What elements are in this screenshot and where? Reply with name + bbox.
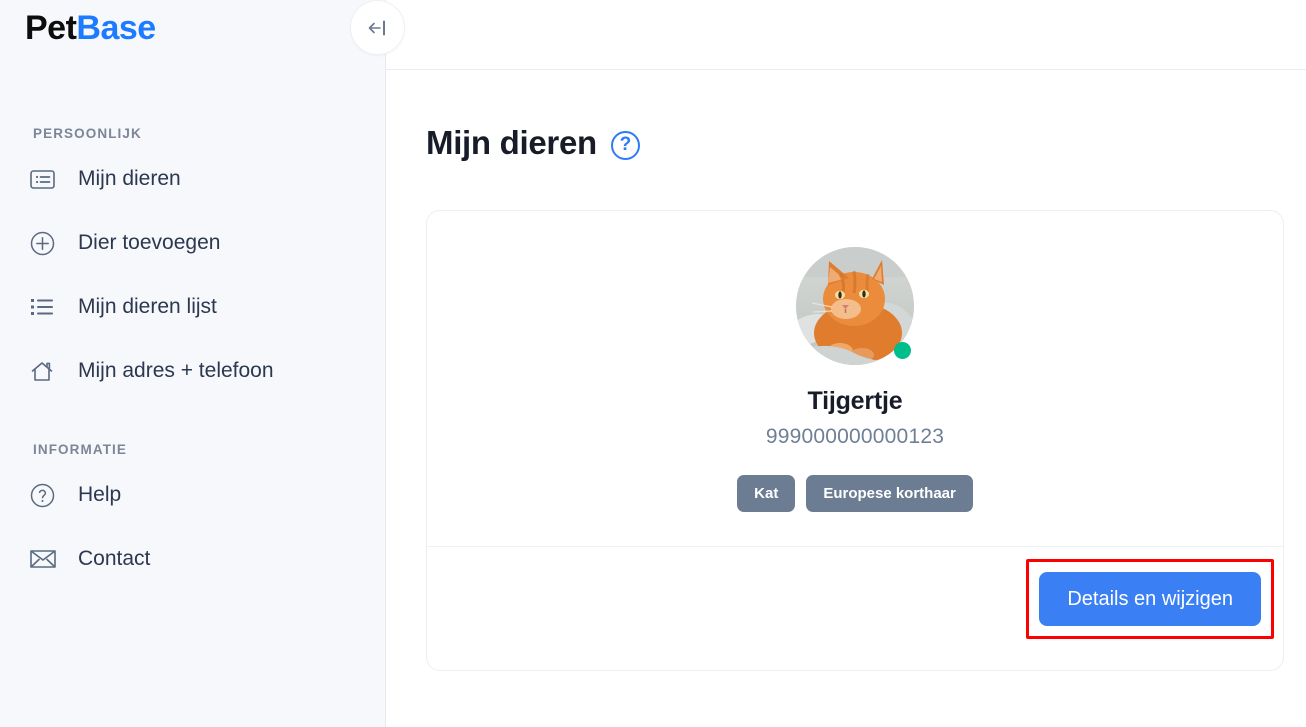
pet-chip-number: 999000000000123: [765, 425, 945, 448]
brand-name-part-2: B: [76, 9, 101, 47]
sidebar-nav-informatie: Help Contact: [0, 473, 385, 581]
page-content: Mijn dieren ? Tijgertje 999000000000123 …: [386, 70, 1306, 671]
collapse-sidebar-icon: [367, 19, 389, 37]
sidebar-nav-persoonlijk: Mijn dieren Dier toevoegen Mijn dieren l…: [0, 157, 385, 393]
sidebar-item-contact[interactable]: Contact: [0, 537, 385, 581]
sidebar-section-label-informatie: INFORMATIE: [33, 442, 127, 457]
pet-tag-species: Kat: [737, 475, 796, 512]
envelope-icon: [30, 549, 60, 569]
plus-circle-icon: [30, 231, 60, 256]
address-card-icon: [30, 169, 60, 189]
question-circle-icon: [30, 483, 60, 508]
sidebar-item-mijn-dieren-lijst[interactable]: Mijn dieren lijst: [0, 285, 385, 329]
pet-tag-breed: Europese korthaar: [806, 475, 973, 512]
sidebar-item-mijn-dieren[interactable]: Mijn dieren: [0, 157, 385, 201]
pet-name: Tijgertje: [807, 387, 903, 415]
help-question-icon[interactable]: ?: [610, 130, 640, 160]
brand-logo[interactable]: PetBase: [0, 0, 385, 56]
list-icon: [30, 297, 60, 317]
page-title: Mijn dieren: [426, 124, 597, 161]
sidebar-item-label: Contact: [78, 547, 151, 570]
home-icon: [30, 360, 60, 383]
topbar: [350, 0, 1306, 70]
sidebar-item-label: Help: [78, 483, 122, 506]
sidebar-item-label: Mijn dieren: [78, 167, 181, 190]
pet-card-footer: Details en wijzigen: [427, 546, 1283, 670]
pet-card-body: Tijgertje 999000000000123 Kat Europese k…: [427, 211, 1283, 546]
status-badge: [894, 342, 911, 359]
sidebar-item-help[interactable]: Help: [0, 473, 385, 517]
main-content: Mijn dieren ? Tijgertje 999000000000123 …: [350, 0, 1306, 727]
app-root: PetBase PERSOONLIJK Mijn dieren Dier toe…: [0, 0, 1306, 727]
collapse-sidebar-button[interactable]: [350, 0, 405, 55]
sidebar-item-label: Mijn dieren lijst: [78, 295, 217, 318]
sidebar: PetBase PERSOONLIJK Mijn dieren Dier toe…: [0, 0, 386, 727]
brand-name-part-1: Pet: [25, 9, 77, 47]
sidebar-item-label: Dier toevoegen: [78, 231, 221, 254]
sidebar-item-dier-toevoegen[interactable]: Dier toevoegen: [0, 221, 385, 265]
sidebar-section-label-persoonlijk: PERSOONLIJK: [33, 126, 142, 141]
details-en-wijzigen-button[interactable]: Details en wijzigen: [1039, 572, 1261, 626]
sidebar-item-mijn-adres-telefoon[interactable]: Mijn adres + telefoon: [0, 349, 385, 393]
pet-tags: Kat Europese korthaar: [737, 475, 973, 512]
pet-avatar-wrapper: [796, 247, 914, 365]
brand-logo-text: PetBase: [25, 11, 156, 45]
pet-card: Tijgertje 999000000000123 Kat Europese k…: [426, 210, 1284, 671]
sidebar-item-label: Mijn adres + telefoon: [78, 359, 274, 382]
page-header: Mijn dieren ?: [426, 124, 1284, 162]
brand-name-part-3: ase: [100, 9, 156, 47]
highlight-annotation: Details en wijzigen: [1026, 559, 1274, 639]
